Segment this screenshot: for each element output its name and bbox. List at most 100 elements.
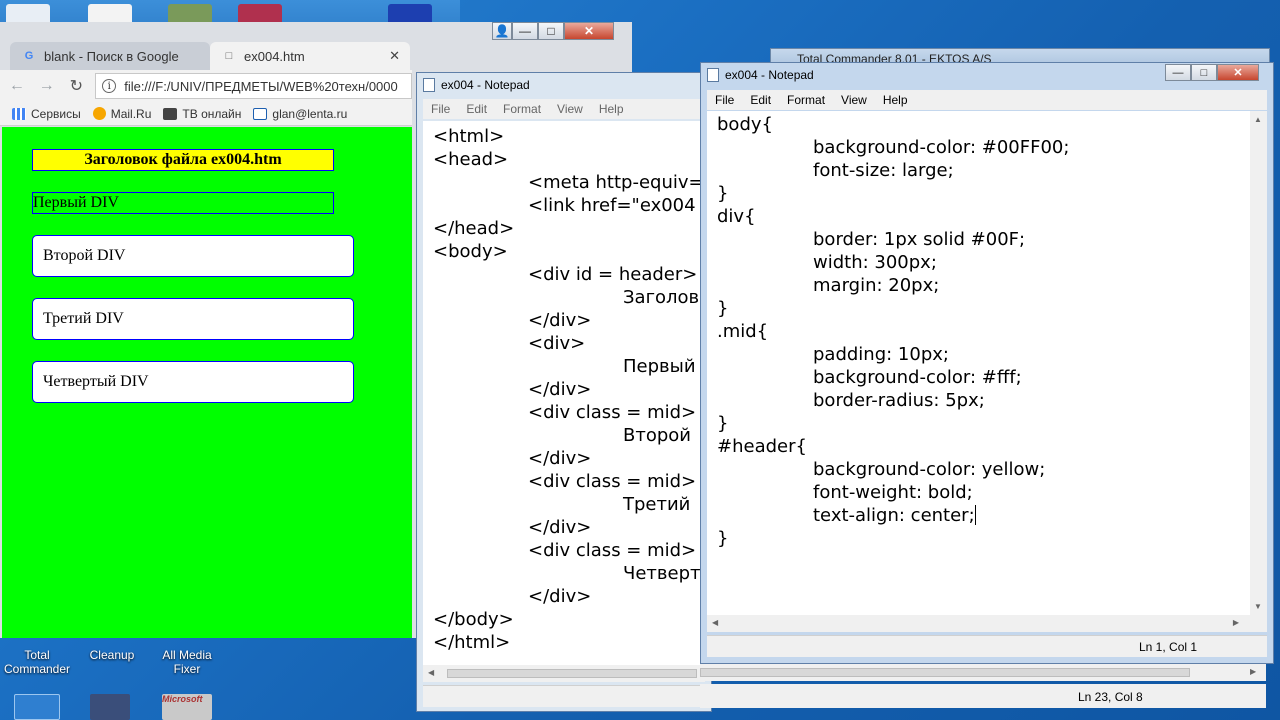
source-line: </div> xyxy=(528,586,592,607)
notepad-title-bar[interactable]: ex004 - Notepad xyxy=(417,73,711,97)
horizontal-scrollbar[interactable]: ◀ xyxy=(423,665,705,682)
address-bar[interactable]: i file:///F:/UNIV/ПРЕДМЕТЫ/WEB%20техн/00… xyxy=(95,73,412,99)
minimize-button[interactable]: — xyxy=(512,22,538,40)
source-line: font-weight: bold; xyxy=(813,482,973,503)
notepad-status-bar xyxy=(423,685,705,707)
page-first-div: Первый DIV xyxy=(32,192,334,214)
scroll-right-icon[interactable]: ▶ xyxy=(1250,667,1256,676)
menu-edit[interactable]: Edit xyxy=(466,102,487,116)
source-line: } xyxy=(717,183,729,204)
source-line: div{ xyxy=(717,206,756,227)
source-line: </head> xyxy=(433,218,515,239)
source-line: width: 300px; xyxy=(813,252,937,273)
horizontal-scrollbar[interactable]: ◀ ▶ xyxy=(707,615,1267,632)
menu-edit[interactable]: Edit xyxy=(750,93,771,107)
notepad-html-status-ext: Ln 23, Col 8 xyxy=(700,684,1266,708)
source-line: <div class = mid> xyxy=(528,471,697,492)
bookmarks-bar: Сервисы Mail.Ru ТВ онлайн glan@lenta.ru xyxy=(0,102,412,126)
source-line: <div id = header> xyxy=(528,264,698,285)
menu-format[interactable]: Format xyxy=(503,102,541,116)
tv-icon xyxy=(163,107,178,120)
text-cursor xyxy=(974,505,976,525)
menu-view[interactable]: View xyxy=(557,102,583,116)
scroll-up-icon[interactable]: ▲ xyxy=(1254,115,1262,124)
mailru-icon xyxy=(92,107,106,120)
menu-format[interactable]: Format xyxy=(787,93,825,107)
source-line: margin: 20px; xyxy=(813,275,940,296)
source-line: <body> xyxy=(433,241,508,262)
back-arrow-icon[interactable]: ← xyxy=(4,77,30,95)
scroll-left-icon[interactable]: ◀ xyxy=(428,668,434,677)
bookmark-mailru[interactable]: Mail.Ru xyxy=(92,107,151,121)
person-icon: 👤 xyxy=(494,24,510,38)
scroll-right-icon[interactable]: ▶ xyxy=(1233,618,1239,627)
source-line: <head> xyxy=(433,149,509,170)
maximize-button[interactable]: □ xyxy=(538,22,564,40)
profile-button[interactable]: 👤 xyxy=(492,22,512,40)
page-header-div: Заголовок файла ex004.htm xyxy=(32,149,334,171)
reload-icon[interactable]: ↻ xyxy=(63,76,89,96)
menu-view[interactable]: View xyxy=(841,93,867,107)
desktop-icon-cleanup[interactable]: Cleanup xyxy=(80,648,144,662)
notepad-text-area[interactable]: <html> <head> <meta http-equiv= <link href=… xyxy=(423,121,705,665)
source-line: Четверт xyxy=(623,563,701,584)
tab-close-icon[interactable]: ✕ xyxy=(389,48,400,64)
source-line: Заголов xyxy=(623,287,700,308)
bookmark-lenta[interactable]: glan@lenta.ru xyxy=(253,107,347,121)
maximize-button[interactable]: □ xyxy=(1191,64,1217,81)
forward-arrow-icon[interactable]: → xyxy=(34,77,60,95)
status-line-col: Ln 23, Col 8 xyxy=(1078,690,1143,704)
source-line: Первый xyxy=(623,356,696,377)
close-button[interactable]: ✕ xyxy=(1217,64,1259,81)
desktop-shortcut-icon[interactable] xyxy=(14,694,60,720)
source-line: <link href="ex004 xyxy=(528,195,696,216)
page-icon: □ xyxy=(225,50,233,62)
vertical-scrollbar[interactable]: ▲ ▼ xyxy=(1250,111,1267,615)
google-icon: G xyxy=(24,50,34,62)
virtualbox-icon[interactable] xyxy=(90,694,130,720)
source-line: </div> xyxy=(528,448,592,469)
notepad-status-bar: Ln 1, Col 1 xyxy=(707,635,1267,657)
source-line: } xyxy=(717,413,729,434)
bookmark-label: glan@lenta.ru xyxy=(272,106,348,121)
source-line: body{ xyxy=(717,114,773,135)
microsoft-icon[interactable]: Microsoft xyxy=(162,694,212,720)
notepad-css-window: ex004 - Notepad — □ ✕ File Edit Format V… xyxy=(700,62,1274,664)
bookmark-tv[interactable]: ТВ онлайн xyxy=(163,107,241,121)
notepad-text-area[interactable]: body{background-color: #00FF00; font-size… xyxy=(707,111,1250,615)
source-line: padding: 10px; xyxy=(813,344,949,365)
source-line: border: 1px solid #00F; xyxy=(813,229,1026,250)
scroll-down-icon[interactable]: ▼ xyxy=(1254,602,1262,611)
bookmark-label: Сервисы xyxy=(31,106,81,121)
menu-help[interactable]: Help xyxy=(883,93,908,107)
html-source-text: <html> <head> <meta http-equiv= <link href=… xyxy=(423,121,705,654)
source-line: </div> xyxy=(528,379,592,400)
close-button[interactable]: ✕ xyxy=(564,22,614,40)
source-line: </html> xyxy=(433,632,511,653)
desktop-icon-all-media-fixer[interactable]: All Media Fixer xyxy=(152,648,222,676)
scroll-left-icon[interactable]: ◀ xyxy=(712,618,718,627)
source-line: <meta http-equiv= xyxy=(528,172,704,193)
source-line: </div> xyxy=(528,310,592,331)
minimize-button[interactable]: — xyxy=(1165,64,1191,81)
tab-label: ex004.htm xyxy=(244,48,305,64)
page-fourth-div: Четвертый DIV xyxy=(32,361,354,403)
apps-grid-icon xyxy=(12,107,26,120)
menu-file[interactable]: File xyxy=(715,93,734,107)
bookmark-services[interactable]: Сервисы xyxy=(12,107,81,121)
info-icon[interactable]: i xyxy=(102,79,117,93)
page-viewport: Заголовок файла ex004.htm Первый DIV Вто… xyxy=(2,127,412,638)
notepad-menu-bar: File Edit Format View Help xyxy=(423,99,705,119)
desktop-icon-total-commander[interactable]: Total Commander xyxy=(2,648,72,676)
tab-ex004[interactable]: □ ex004.htm ✕ xyxy=(210,42,410,70)
menu-help[interactable]: Help xyxy=(599,102,624,116)
source-line: background-color: #00FF00; xyxy=(813,137,1070,158)
scroll-thumb[interactable] xyxy=(700,668,1190,677)
tab-google[interactable]: G blank - Поиск в Google xyxy=(10,42,210,70)
scroll-thumb[interactable] xyxy=(447,669,697,678)
menu-file[interactable]: File xyxy=(431,102,450,116)
notepad-menu-bar: File Edit Format View Help xyxy=(707,90,1267,110)
notepad-html-hscroll-right[interactable]: ▶ xyxy=(700,664,1266,681)
page-third-div: Третий DIV xyxy=(32,298,354,340)
source-line: } xyxy=(717,298,729,319)
